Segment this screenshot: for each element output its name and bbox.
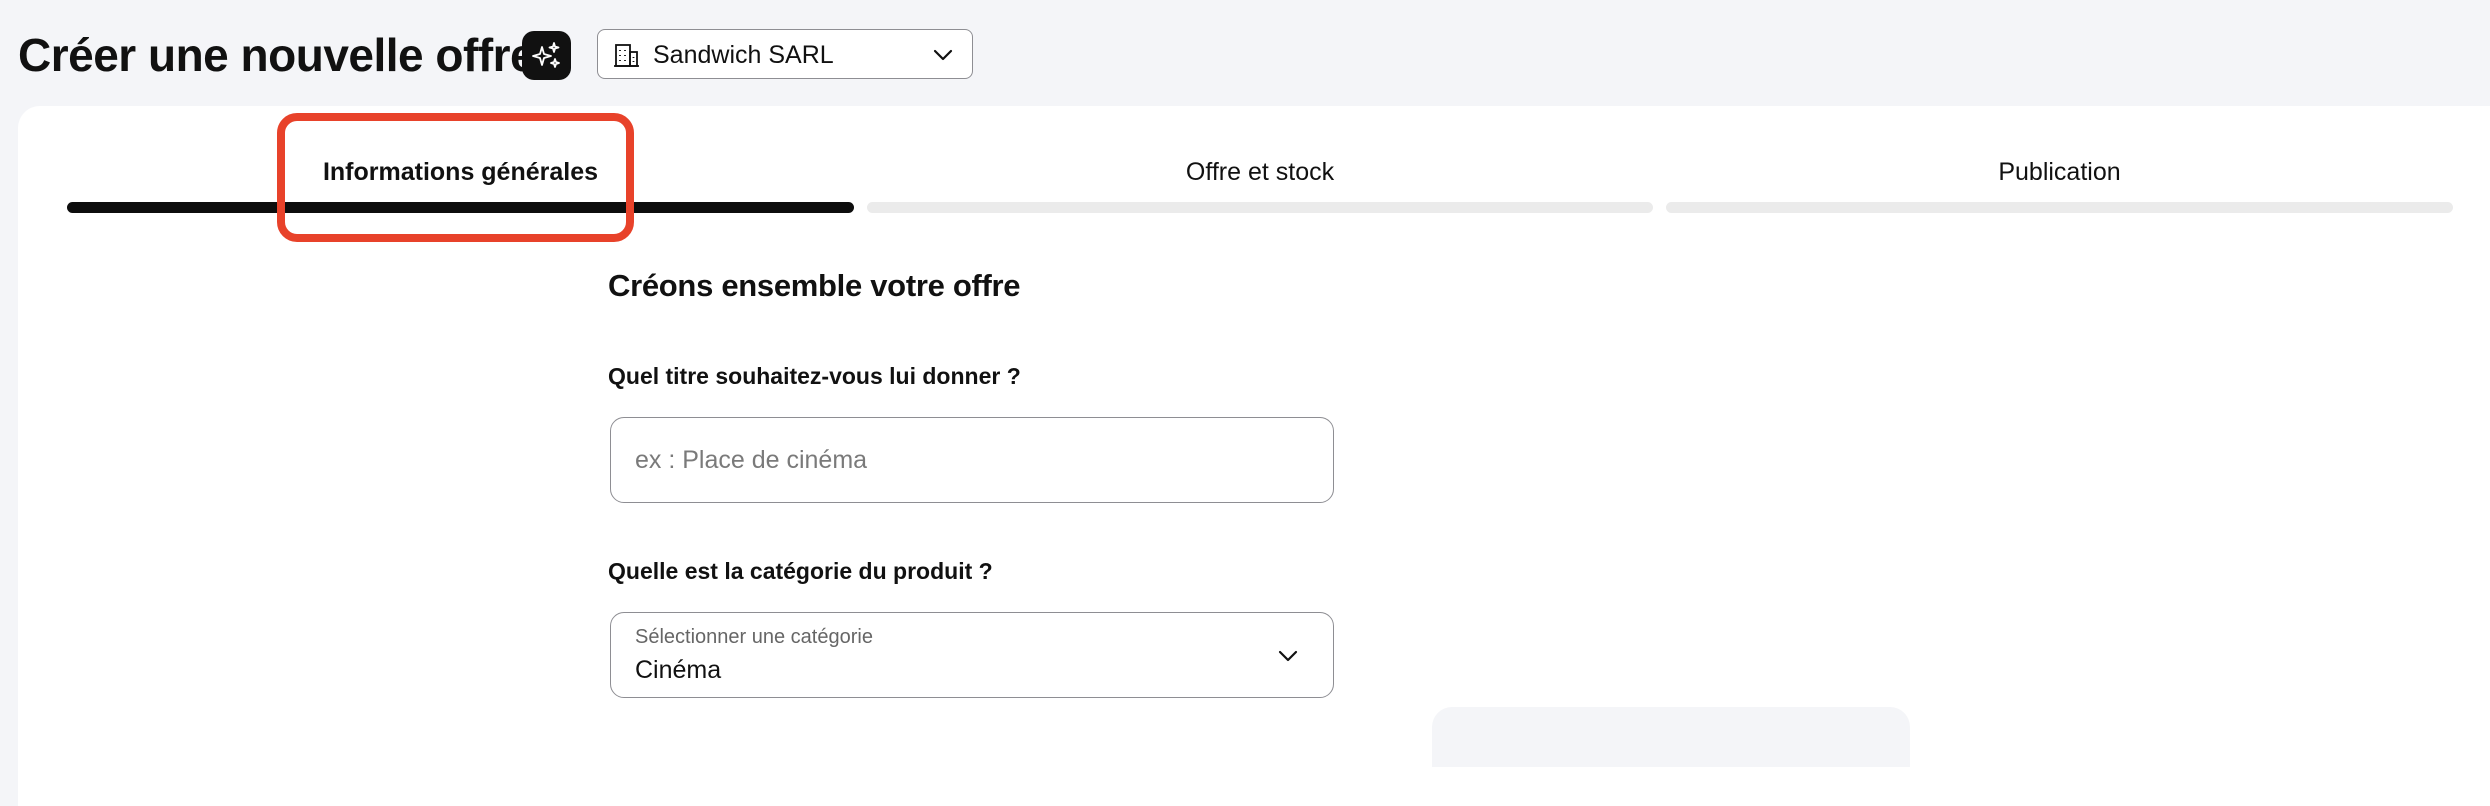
side-panel — [1432, 707, 1910, 767]
sparkles-icon — [531, 41, 560, 68]
section-title: Créons ensemble votre offre — [608, 268, 1021, 303]
building-icon — [614, 44, 639, 67]
structure-select-value: Sandwich SARL — [653, 41, 834, 69]
title-field-label: Quel titre souhaitez-vous lui donner ? — [608, 363, 1021, 389]
chevron-down-icon — [1278, 650, 1298, 662]
category-field-label: Quelle est la catégorie du produit ? — [608, 558, 993, 584]
step-progress-bar-3 — [1666, 202, 2453, 213]
category-select-hint: Sélectionner une catégorie — [635, 626, 873, 648]
step-offre-et-stock[interactable]: Offre et stock — [867, 157, 1653, 187]
ai-assist-button[interactable] — [522, 31, 571, 80]
step-progress-bar-2 — [867, 202, 1653, 213]
annotation-highlight — [277, 113, 634, 242]
structure-select[interactable]: Sandwich SARL — [597, 29, 973, 79]
category-select-value: Cinéma — [635, 656, 722, 684]
category-select[interactable]: Sélectionner une catégorie Cinéma — [610, 612, 1334, 698]
title-input[interactable] — [610, 417, 1334, 503]
chevron-down-icon — [933, 49, 953, 61]
page-title: Créer une nouvelle offre — [18, 29, 536, 81]
step-publication[interactable]: Publication — [1666, 157, 2453, 187]
